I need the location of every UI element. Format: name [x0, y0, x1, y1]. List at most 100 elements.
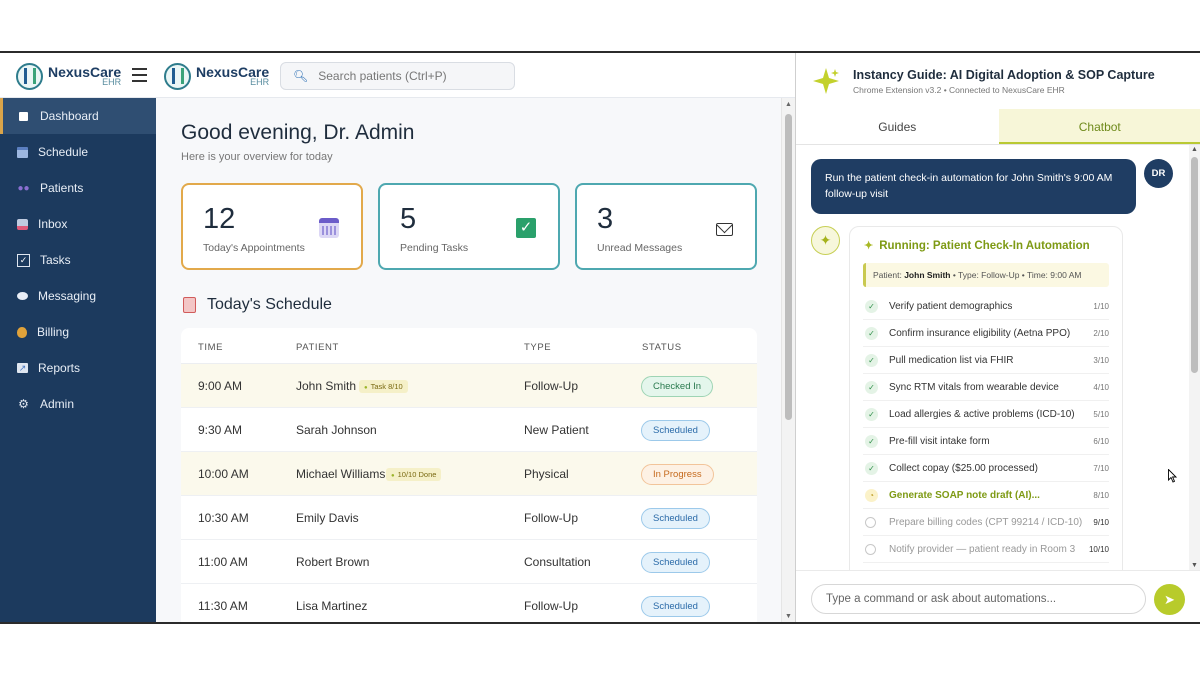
status-badge: Scheduled — [641, 596, 710, 617]
bot-avatar-sparkle-icon: ✦ — [811, 226, 840, 255]
sidebar-logo[interactable]: NexusCare EHR — [16, 61, 121, 91]
pending-circle-icon — [865, 544, 876, 555]
command-input[interactable]: Type a command or ask about automations.… — [811, 584, 1146, 614]
status-badge: In Progress — [641, 464, 714, 485]
menu-icon[interactable] — [132, 68, 147, 82]
scrollbar-thumb[interactable] — [1191, 157, 1198, 373]
send-icon[interactable]: ➤ — [1154, 584, 1185, 615]
sidebar-item-admin[interactable]: ⚙ Admin — [0, 386, 156, 422]
patient-name[interactable]: Sarah Johnson — [296, 423, 377, 437]
appointment-time: 11:00 AM — [198, 555, 248, 569]
automation-step: ✓ Load allergies & active problems (ICD-… — [863, 401, 1109, 428]
appointment-time: 9:30 AM — [198, 423, 243, 437]
sidebar-item-schedule[interactable]: Schedule — [0, 134, 156, 170]
step-number: 6/10 — [1093, 437, 1109, 446]
step-label: Generate SOAP note draft (AI)... — [889, 490, 1040, 501]
tab-chatbot[interactable]: Chatbot — [998, 109, 1200, 144]
pending-circle-icon — [865, 517, 876, 528]
calendar-icon — [319, 218, 339, 238]
scroll-down-arrow-icon[interactable]: ▼ — [1191, 562, 1198, 569]
pending-tasks-card[interactable]: 5 Pending Tasks ✓ — [378, 183, 560, 270]
step-number: 4/10 — [1093, 383, 1109, 392]
sidebar-item-messaging[interactable]: Messaging — [0, 278, 156, 314]
table-row[interactable]: 10:00 AM Michael Williams 10/10 Done Phy… — [181, 452, 757, 496]
patient-name[interactable]: Lisa Martinez — [296, 599, 367, 613]
status-badge: Scheduled — [641, 420, 710, 441]
table-row[interactable]: 9:00 AM John Smith Task 8/10 Follow-Up C… — [181, 364, 757, 408]
schedule-table: TIME PATIENT TYPE STATUS 9:00 AM John Sm… — [181, 328, 757, 622]
chat-input-bar: Type a command or ask about automations.… — [796, 570, 1200, 622]
sidebar-item-label: Admin — [40, 397, 75, 411]
sidebar-item-label: Reports — [38, 361, 81, 375]
card-label: Unread Messages — [597, 242, 683, 254]
table-row[interactable]: 11:00 AM Robert Brown Consultation Sched… — [181, 540, 757, 584]
sidebar-item-patients[interactable]: ●● Patients — [0, 170, 156, 206]
search-placeholder: Search patients (Ctrl+P) — [318, 69, 447, 83]
chart-icon: ↗ — [17, 363, 28, 373]
check-icon: ✓ — [865, 381, 878, 394]
step-label: Load allergies & active problems (ICD-10… — [889, 409, 1075, 420]
check-icon: ✓ — [865, 354, 878, 367]
tab-guides[interactable]: Guides — [796, 109, 999, 144]
dashboard-icon — [19, 111, 28, 121]
step-label: Verify patient demographics — [889, 301, 1013, 312]
step-label: Sync RTM vitals from wearable device — [889, 382, 1059, 393]
sidebar-item-tasks[interactable]: ✓ Tasks — [0, 242, 156, 278]
chat-scrollbar[interactable]: ▲ ▼ — [1189, 145, 1200, 570]
scrollbar-thumb[interactable] — [785, 114, 792, 420]
sidebar-item-dashboard[interactable]: Dashboard — [0, 98, 156, 134]
context-label: Patient: — [873, 270, 902, 280]
loading-icon: ◔ — [865, 489, 878, 502]
automation-step: ✓ Sync RTM vitals from wearable device 4… — [863, 374, 1109, 401]
step-label: Pull medication list via FHIR — [889, 355, 1014, 366]
chat-bubble-icon — [17, 292, 28, 300]
automation-step: ✓ Verify patient demographics 1/10 — [863, 293, 1109, 320]
column-header-type[interactable]: TYPE — [524, 342, 551, 353]
clipboard-icon — [183, 297, 196, 313]
scroll-up-arrow-icon[interactable]: ▲ — [785, 101, 792, 108]
sidebar-item-inbox[interactable]: Inbox — [0, 206, 156, 242]
automation-title-text: Running: Patient Check-In Automation — [879, 240, 1090, 252]
step-label: Prepare billing codes (CPT 99214 / ICD-1… — [889, 517, 1083, 528]
step-number: 2/10 — [1093, 329, 1109, 338]
step-label: Confirm insurance eligibility (Aetna PPO… — [889, 328, 1071, 339]
task-progress-tag: Task 8/10 — [359, 380, 408, 393]
card-value: 3 — [597, 203, 614, 235]
automation-step: ✓ Pre-fill visit intake form 6/10 — [863, 428, 1109, 455]
appointment-time: 11:30 AM — [198, 599, 248, 613]
main-scrollbar[interactable]: ▲ ▼ — [781, 98, 795, 622]
patient-context-banner: Patient: John Smith • Type: Follow-Up • … — [863, 263, 1109, 287]
header-logo[interactable]: NexusCare EHR — [164, 61, 269, 91]
patient-name[interactable]: John Smith — [296, 379, 356, 393]
sidebar: Dashboard Schedule ●● Patients Inbox ✓ T… — [0, 98, 156, 622]
patient-name[interactable]: Emily Davis — [296, 511, 359, 525]
context-patient: John Smith — [904, 270, 951, 280]
gear-icon: ⚙ — [18, 397, 29, 411]
column-header-time[interactable]: TIME — [198, 342, 223, 353]
mouse-cursor-icon — [1168, 469, 1177, 483]
table-row[interactable]: 10:30 AM Emily Davis Follow-Up Scheduled — [181, 496, 757, 540]
context-details: • Type: Follow-Up • Time: 9:00 AM — [950, 270, 1082, 280]
money-bag-icon — [17, 326, 27, 338]
table-row[interactable]: 11:30 AM Lisa Martinez Follow-Up Schedul… — [181, 584, 757, 622]
step-label: Collect copay ($25.00 processed) — [889, 463, 1038, 474]
sidebar-item-label: Billing — [37, 325, 70, 339]
check-icon: ✓ — [865, 327, 878, 340]
sidebar-item-reports[interactable]: ↗ Reports — [0, 350, 156, 386]
appointments-card[interactable]: 12 Today's Appointments — [181, 183, 363, 270]
patient-name[interactable]: Michael Williams — [296, 467, 385, 481]
patient-name[interactable]: Robert Brown — [296, 555, 369, 569]
table-row[interactable]: 9:30 AM Sarah Johnson New Patient Schedu… — [181, 408, 757, 452]
step-label: Pre-fill visit intake form — [889, 436, 990, 447]
unread-messages-card[interactable]: 3 Unread Messages — [575, 183, 757, 270]
scroll-up-arrow-icon[interactable]: ▲ — [1191, 146, 1198, 153]
search-input[interactable]: 🔍︎ Search patients (Ctrl+P) — [280, 62, 515, 90]
calendar-icon — [17, 146, 28, 158]
sidebar-item-billing[interactable]: Billing — [0, 314, 156, 350]
column-header-status[interactable]: STATUS — [642, 342, 682, 353]
automation-step: ✓ Confirm insurance eligibility (Aetna P… — [863, 320, 1109, 347]
patients-icon: ●● — [17, 182, 30, 194]
extension-subtitle: Chrome Extension v3.2 • Connected to Nex… — [853, 85, 1065, 95]
scroll-down-arrow-icon[interactable]: ▼ — [785, 613, 792, 620]
column-header-patient[interactable]: PATIENT — [296, 342, 339, 353]
